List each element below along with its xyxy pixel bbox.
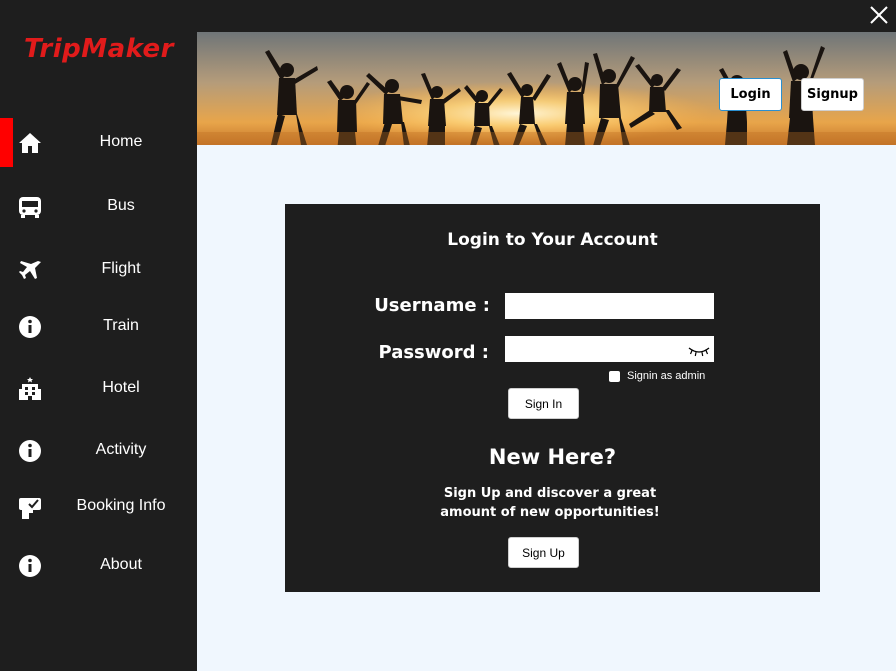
signup-pitch-line: Sign Up and discover a great (443, 486, 657, 501)
username-input[interactable] (505, 293, 714, 319)
sidebar-item-home[interactable]: Home (0, 118, 197, 168)
login-title: Login to Your Account (447, 230, 658, 250)
hotel-icon (19, 377, 41, 400)
sidebar-item-booking-info[interactable]: Booking Info (0, 482, 197, 532)
home-icon (19, 133, 41, 153)
login-panel: Login to Your Account Username : Passwor… (285, 204, 820, 592)
admin-checkbox[interactable] (609, 370, 620, 382)
sidebar-item-label: Train (103, 317, 139, 334)
password-input[interactable] (505, 336, 714, 362)
sidebar-item-label: Bus (107, 197, 135, 214)
sidebar: TripMaker Home Bus Flight Train Hotel Ac… (0, 0, 197, 671)
sidebar-item-train[interactable]: Train (0, 302, 197, 352)
sidebar-item-label: Flight (101, 260, 141, 277)
signup-pitch: Sign Up and discover a great amount of n… (435, 484, 665, 522)
username-label: Username : (374, 295, 490, 316)
admin-option: Signin as admin (609, 370, 705, 382)
signup-pitch-line: amount of new opportunities! (440, 505, 660, 520)
new-here-heading: New Here? (488, 445, 617, 469)
info-icon (19, 440, 41, 462)
active-indicator (0, 118, 13, 167)
booking-icon (19, 498, 41, 519)
plane-icon (19, 261, 41, 279)
eye-closed-icon[interactable] (688, 345, 710, 357)
bus-icon (19, 197, 41, 218)
password-label: Password : (378, 342, 489, 363)
sidebar-item-hotel[interactable]: Hotel (0, 364, 197, 414)
info-icon (19, 555, 41, 577)
header-banner-image (197, 32, 896, 145)
app-logo: TripMaker (24, 34, 174, 64)
sidebar-item-label: About (100, 556, 142, 573)
header-login-button[interactable]: Login (719, 78, 782, 111)
sidebar-item-label: Booking Info (76, 497, 166, 514)
admin-checkbox-label: Signin as admin (627, 370, 706, 382)
sidebar-item-bus[interactable]: Bus (0, 182, 197, 232)
sign-up-button[interactable]: Sign Up (508, 537, 579, 568)
sidebar-item-label: Hotel (102, 379, 140, 396)
sidebar-item-label: Activity (95, 441, 147, 458)
info-icon (19, 316, 41, 338)
sidebar-item-about[interactable]: About (0, 541, 197, 591)
sidebar-item-flight[interactable]: Flight (0, 245, 197, 295)
sidebar-item-label: Home (99, 133, 143, 150)
sidebar-item-activity[interactable]: Activity (0, 426, 197, 476)
close-icon[interactable] (868, 4, 890, 26)
header-signup-button[interactable]: Signup (801, 78, 864, 111)
sign-in-button[interactable]: Sign In (508, 388, 579, 419)
